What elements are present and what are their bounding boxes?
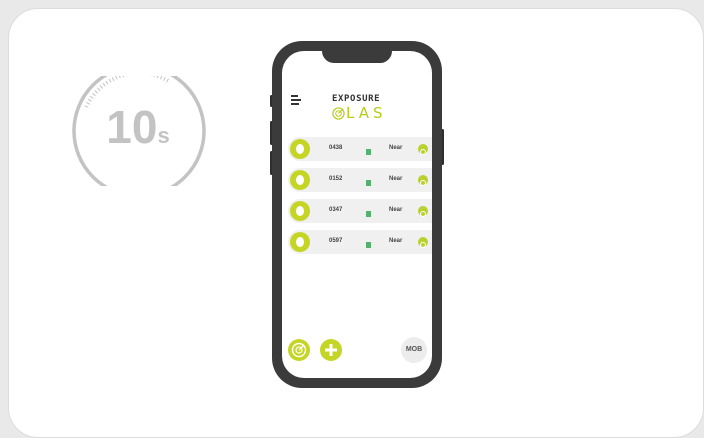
device-id: 0597 <box>329 238 342 244</box>
device-status: Near <box>389 145 402 151</box>
mob-button[interactable]: MOB <box>401 337 427 363</box>
device-row[interactable]: 0438 Near <box>288 137 432 161</box>
device-id: 0438 <box>329 145 342 151</box>
timer-tick <box>122 76 123 77</box>
timer-indicator: 10s <box>71 76 207 186</box>
device-row[interactable]: 0347 Near <box>288 199 432 223</box>
timer-tick <box>97 88 100 91</box>
timer-tick <box>164 77 166 81</box>
phone-screen: EXPOSURE LAS 0438 Near 0152 Near 0347 Ne… <box>282 51 432 378</box>
device-status: Near <box>389 238 402 244</box>
tag-icon <box>290 201 310 221</box>
device-id: 0152 <box>329 176 342 182</box>
signal-bar <box>366 149 371 155</box>
signal-bar <box>366 180 371 186</box>
tag-icon <box>290 170 310 190</box>
check-icon <box>418 206 428 216</box>
timer-tick <box>95 90 98 93</box>
timer-tick <box>167 79 169 82</box>
timer-text: 10s <box>98 102 178 161</box>
signal-bar <box>366 242 371 248</box>
timer-tick <box>88 99 91 101</box>
timer-value: 10 <box>106 101 157 153</box>
device-row[interactable]: 0152 Near <box>288 168 432 192</box>
timer-tick <box>119 76 120 78</box>
brand-logo-bottom: LAS <box>332 104 386 122</box>
timer-tick <box>100 85 103 88</box>
tag-icon <box>290 139 310 159</box>
device-row[interactable]: 0597 Near <box>288 230 432 254</box>
radar-icon <box>288 339 310 361</box>
add-button[interactable] <box>320 339 342 361</box>
timer-tick <box>112 77 114 81</box>
plus-icon <box>320 339 342 361</box>
radar-button[interactable] <box>288 339 310 361</box>
check-icon <box>418 175 428 185</box>
timer-tick <box>90 96 93 98</box>
brand-logo-top: EXPOSURE <box>332 94 380 104</box>
timer-tick <box>85 106 89 108</box>
check-icon <box>418 237 428 247</box>
timer-tick <box>154 76 155 77</box>
device-status: Near <box>389 207 402 213</box>
timer-tick <box>106 81 108 84</box>
brand-logo-text: LAS <box>346 104 386 122</box>
timer-tick <box>160 76 162 79</box>
device-id: 0347 <box>329 207 342 213</box>
timer-tick <box>116 76 118 79</box>
signal-bar <box>366 211 371 217</box>
check-icon <box>418 144 428 154</box>
tag-icon <box>290 232 310 252</box>
timer-tick <box>86 102 90 104</box>
phone-mockup: EXPOSURE LAS 0438 Near 0152 Near 0347 Ne… <box>272 41 442 388</box>
brand-radar-icon <box>332 107 345 120</box>
timer-tick <box>103 83 105 86</box>
timer-unit: s <box>157 123 169 148</box>
phone-notch <box>322 51 392 63</box>
timer-tick <box>157 76 158 78</box>
device-status: Near <box>389 176 402 182</box>
timer-tick <box>109 79 111 82</box>
timer-tick <box>92 93 95 96</box>
menu-icon[interactable] <box>291 95 303 105</box>
